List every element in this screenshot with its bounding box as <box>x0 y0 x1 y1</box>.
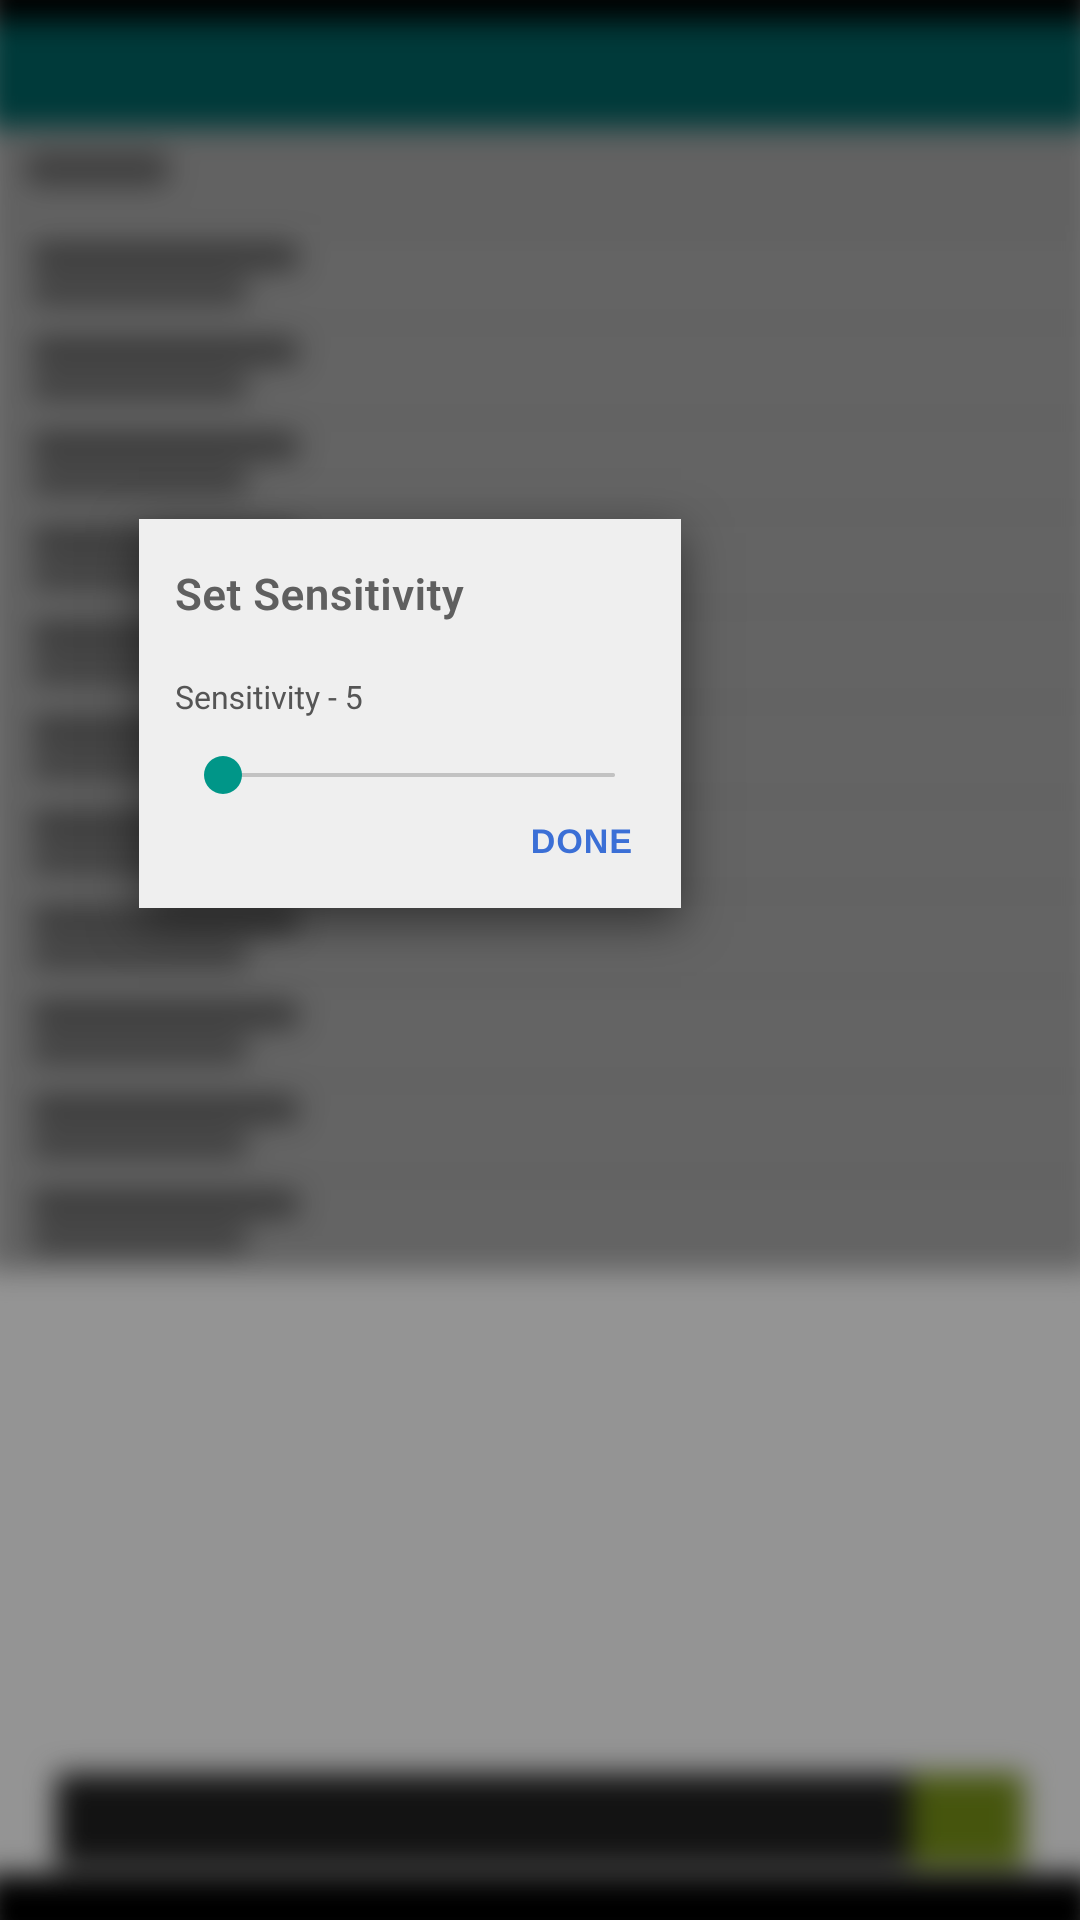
dialog-title: Set Sensitivity <box>139 519 681 621</box>
slider-track <box>205 773 615 777</box>
slider-thumb[interactable] <box>204 756 242 794</box>
sensitivity-slider[interactable] <box>175 755 645 795</box>
set-sensitivity-dialog: Set Sensitivity Sensitivity - 5 DONE <box>139 519 681 908</box>
modal-scrim <box>0 0 1080 1920</box>
sensitivity-value-label: Sensitivity - 5 <box>139 621 681 717</box>
done-button[interactable]: DONE <box>531 823 633 862</box>
